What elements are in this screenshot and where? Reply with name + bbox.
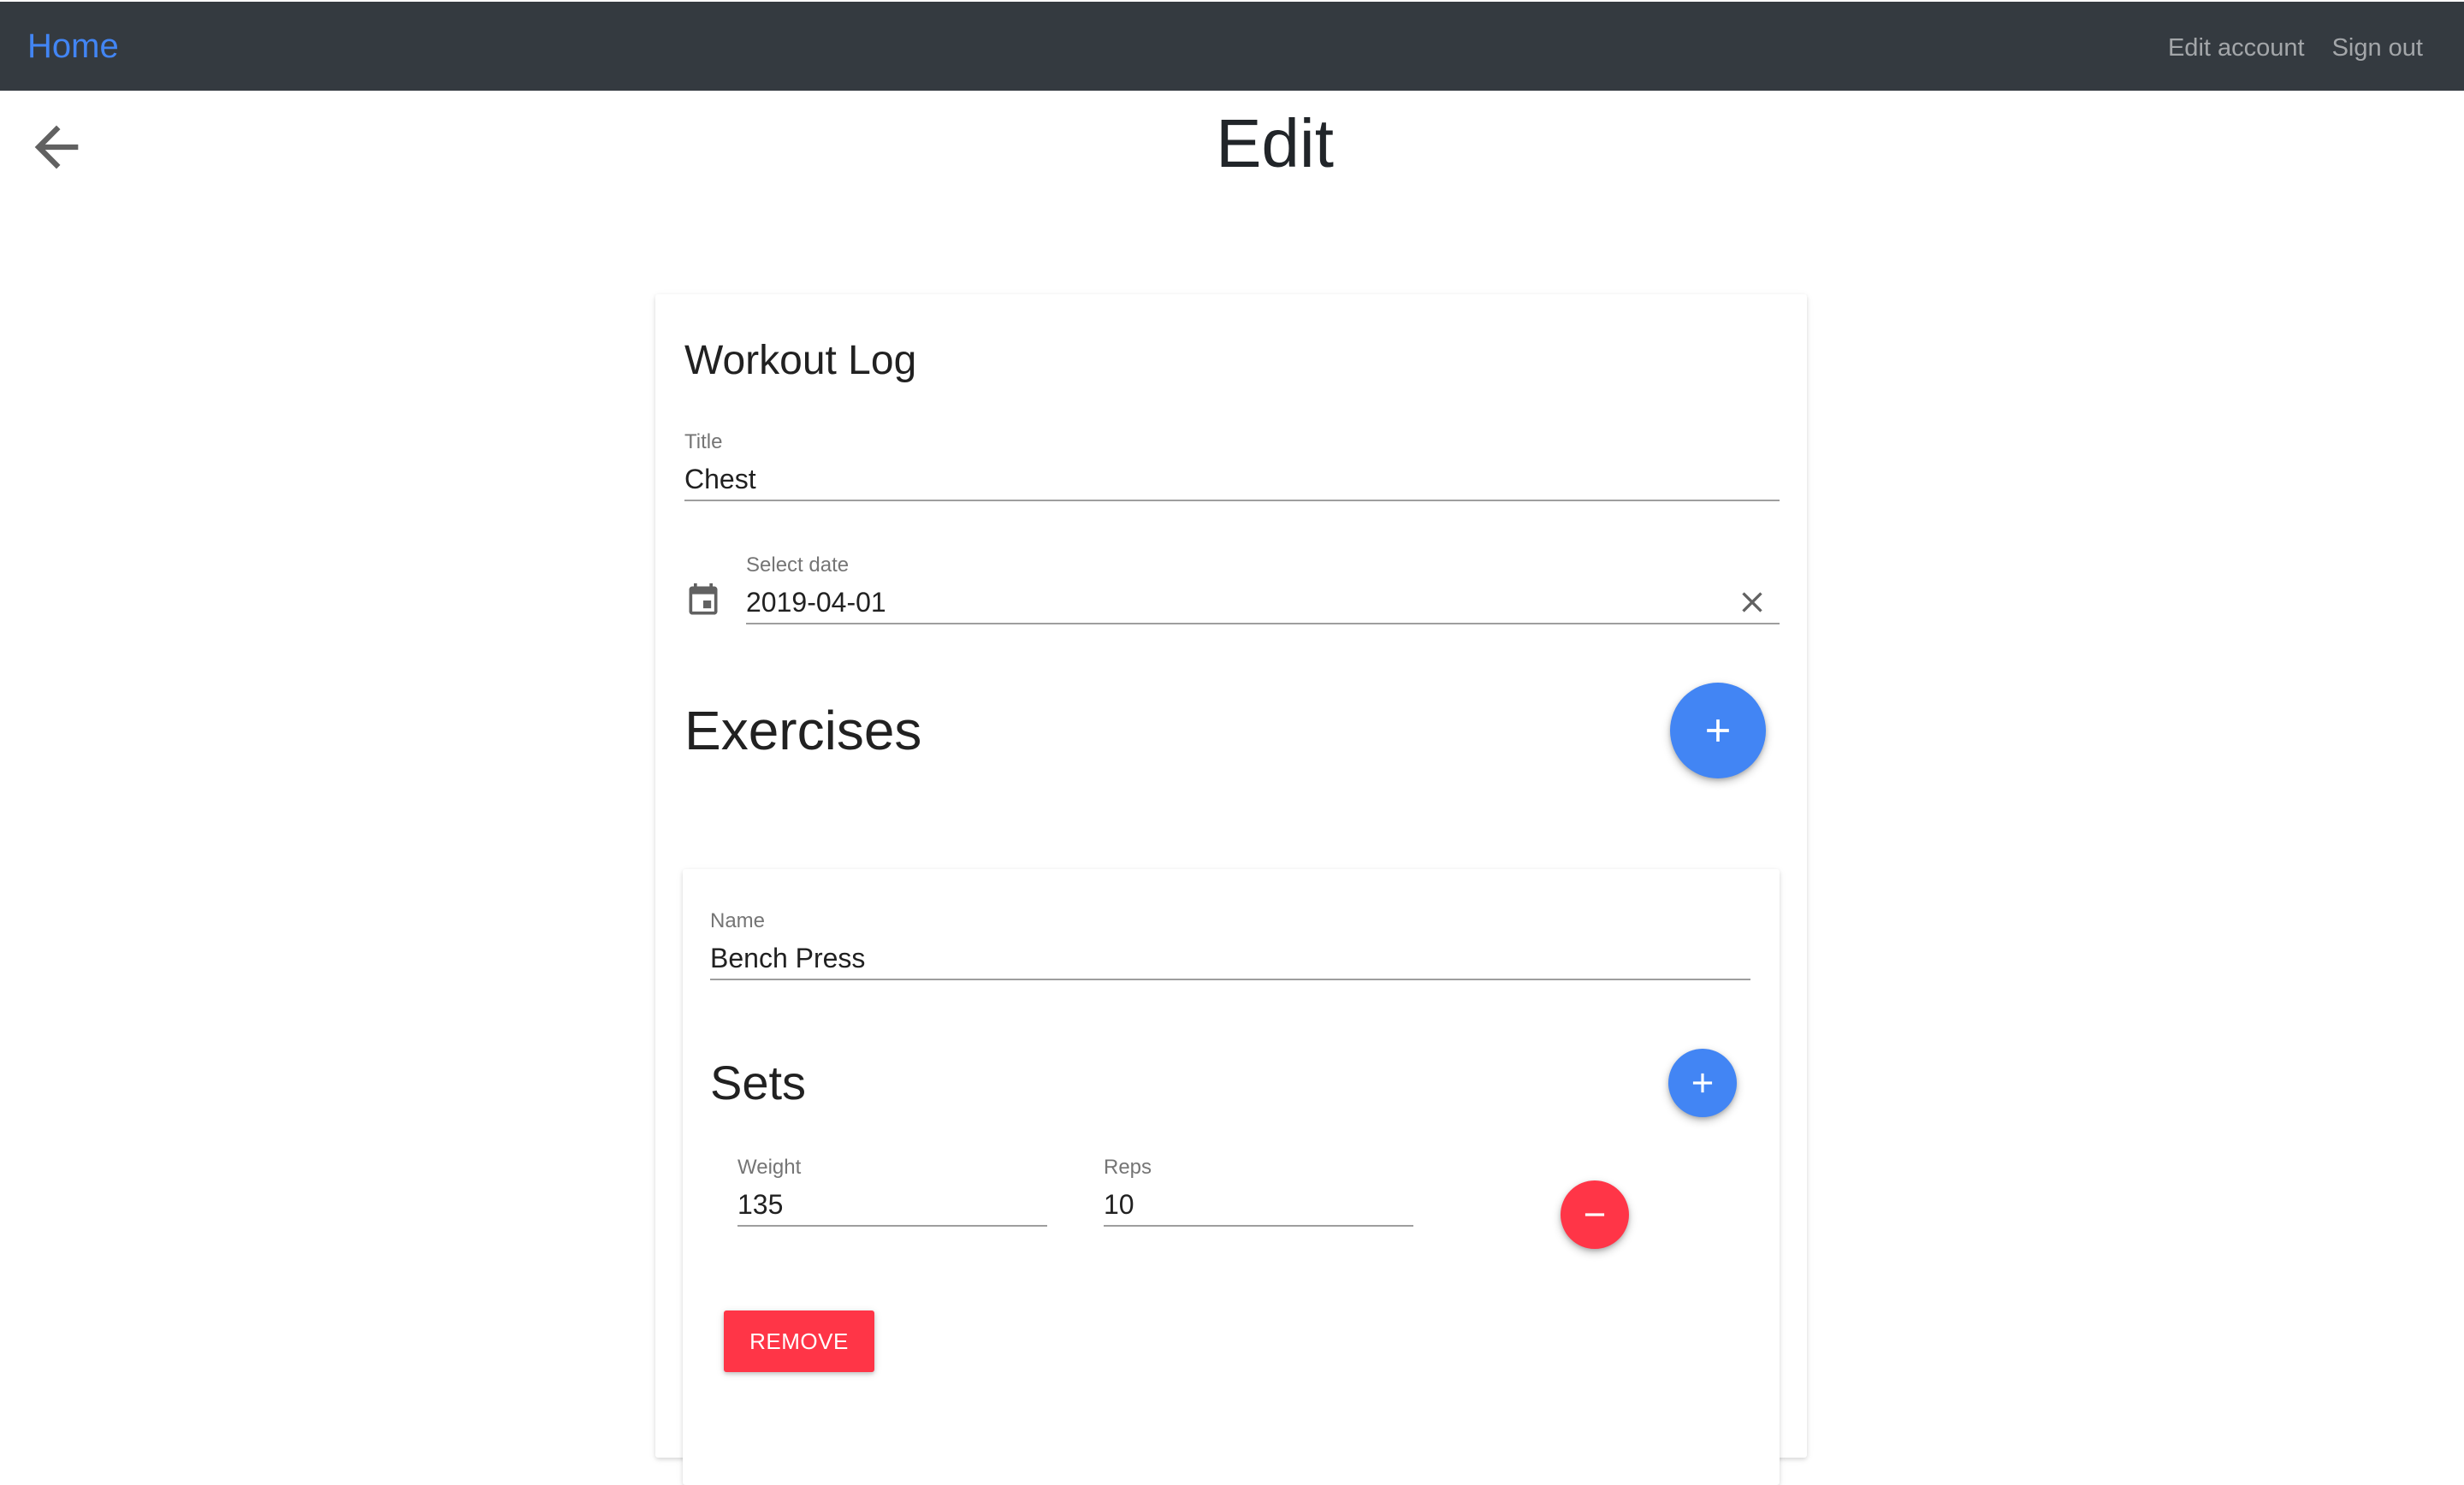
nav-home-link[interactable]: Home [27, 24, 119, 68]
add-exercise-button[interactable] [1670, 683, 1766, 778]
exercises-heading: Exercises [684, 700, 922, 761]
nav-edit-account-link[interactable]: Edit account [2168, 31, 2305, 65]
plus-icon [1707, 719, 1729, 742]
nav-sign-out-link[interactable]: Sign out [2332, 31, 2423, 65]
add-set-button[interactable] [1668, 1049, 1737, 1117]
remove-exercise-button[interactable]: REMOVE [724, 1310, 874, 1372]
title-field-label: Title [684, 430, 723, 453]
set-reps-input[interactable] [1104, 1184, 1413, 1227]
workout-log-card: Workout Log Title Select date Exercises … [655, 294, 1807, 1485]
card-title: Workout Log [684, 338, 917, 383]
title-input[interactable] [684, 459, 1780, 501]
plus-icon [1692, 1073, 1713, 1093]
set-weight-label: Weight [737, 1156, 802, 1179]
minus-icon [1584, 1213, 1605, 1216]
close-icon[interactable] [1735, 585, 1769, 619]
sets-heading: Sets [710, 1056, 807, 1109]
nav-right-links: Edit account Sign out [2168, 31, 2423, 65]
page-title: Edit [1216, 105, 1334, 181]
date-field-label: Select date [746, 553, 850, 577]
exercise-card: Name Sets Weight Reps REMOVE [683, 869, 1780, 1485]
remove-set-button[interactable] [1561, 1180, 1629, 1249]
set-weight-input[interactable] [737, 1184, 1047, 1227]
exercise-name-input[interactable] [710, 938, 1750, 980]
date-input[interactable] [746, 582, 1780, 624]
calendar-icon[interactable] [684, 582, 722, 619]
top-navbar: Home Edit account Sign out [0, 0, 2464, 91]
set-reps-label: Reps [1104, 1156, 1152, 1179]
exercise-name-label: Name [710, 909, 766, 932]
